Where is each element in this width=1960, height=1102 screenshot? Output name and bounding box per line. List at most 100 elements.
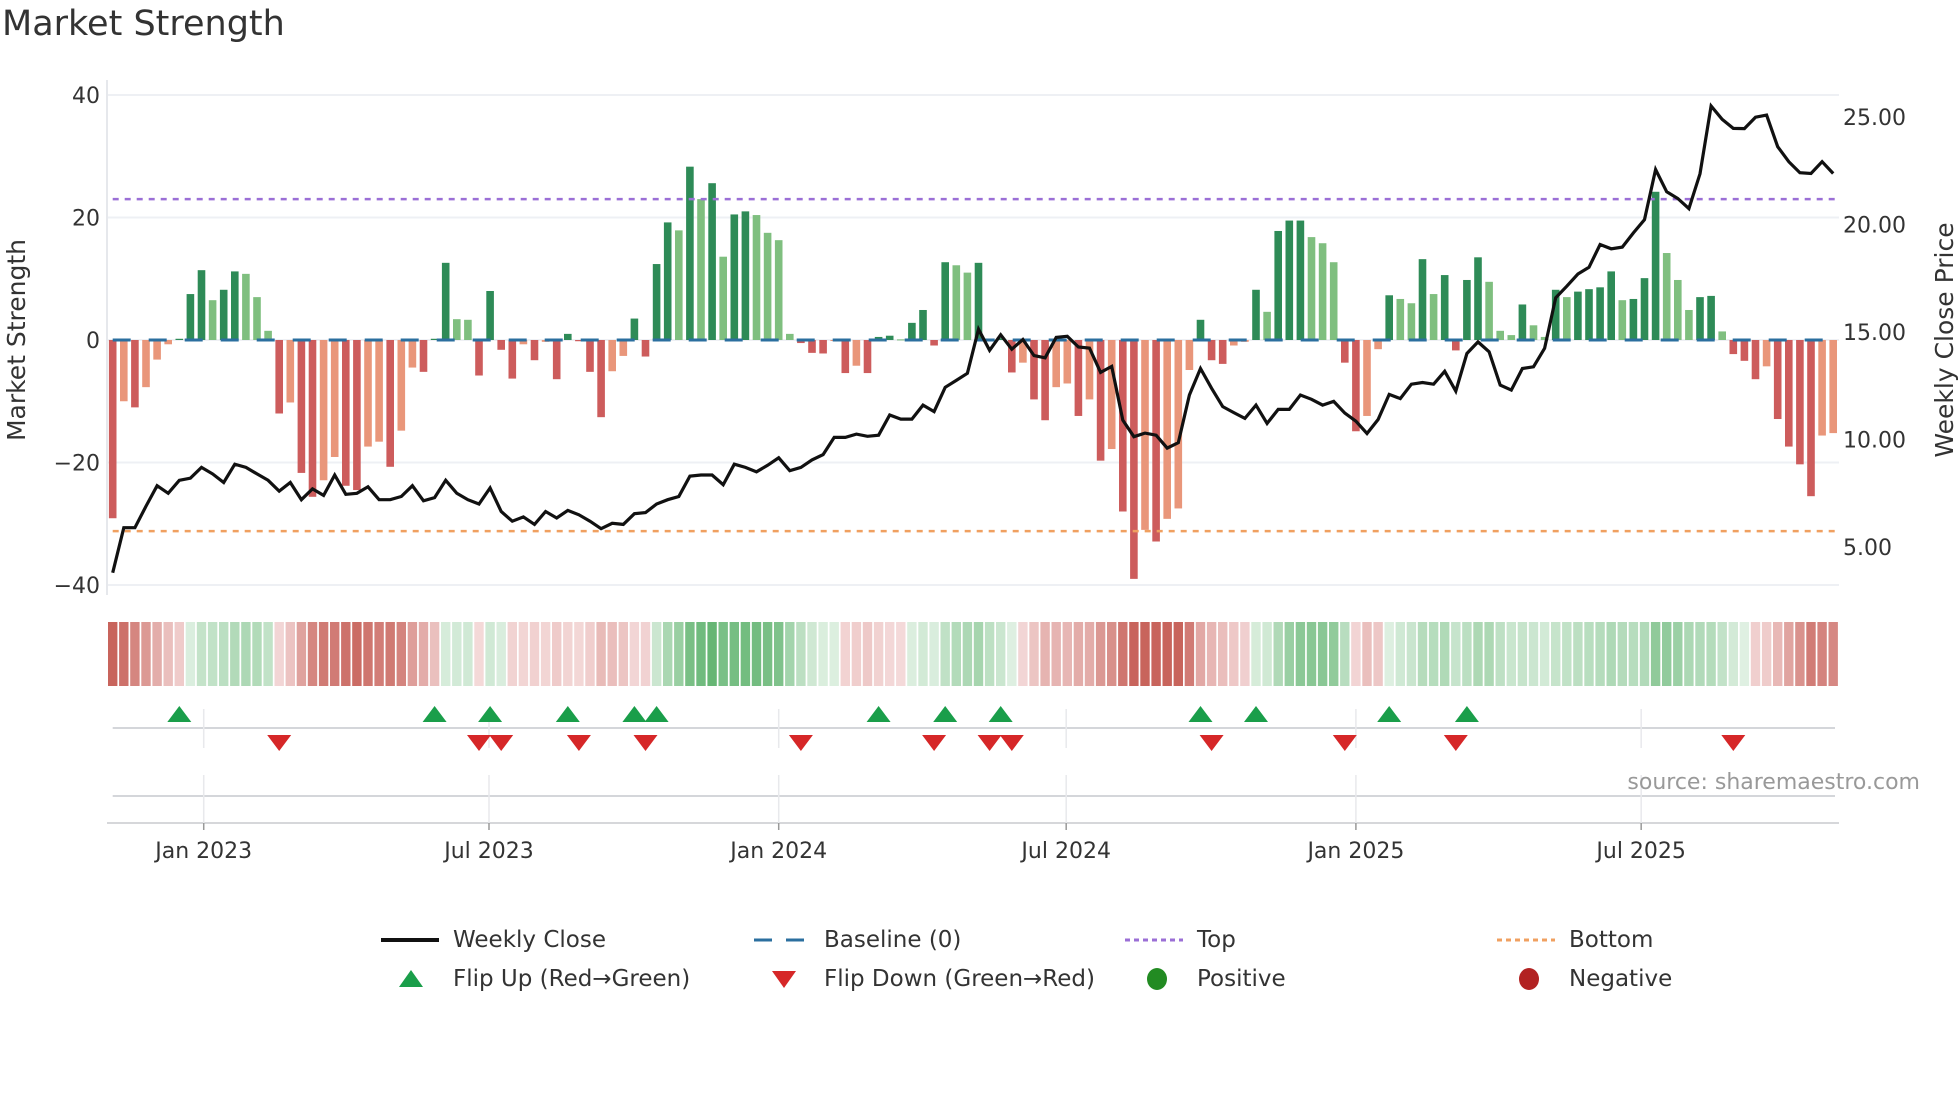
x-tick-label: Jul 2024 — [1019, 839, 1111, 864]
heat-cell — [873, 622, 884, 686]
strength-bar — [1740, 340, 1749, 361]
strength-bar — [1762, 340, 1771, 367]
strength-bar — [852, 340, 861, 366]
flip-down-marker — [1721, 735, 1746, 751]
heat-cell — [1606, 622, 1616, 686]
heat-cell — [285, 622, 295, 686]
heat-cell — [529, 622, 540, 686]
strength-bar — [1130, 340, 1138, 579]
heat-cell — [552, 622, 562, 686]
strength-bar — [1274, 230, 1282, 340]
flip-down-marker — [633, 735, 658, 751]
dashed-line-icon — [754, 938, 812, 942]
heat-cell — [1062, 622, 1072, 686]
strength-bar — [641, 340, 650, 357]
flip-up-marker — [988, 706, 1013, 722]
heat-cell — [751, 622, 762, 686]
strength-bar — [1796, 340, 1804, 465]
strength-bar — [308, 340, 317, 497]
strength-bar — [597, 340, 605, 418]
line-icon — [381, 938, 439, 942]
strength-bar — [1640, 278, 1649, 340]
flip-down-marker — [922, 735, 947, 751]
flip-down-marker — [977, 735, 1002, 751]
strength-bar — [774, 240, 783, 340]
strength-bar — [1707, 295, 1715, 340]
heat-cell — [452, 622, 462, 686]
strength-bar — [897, 339, 905, 341]
strength-bar — [675, 230, 683, 340]
strength-bar — [1607, 271, 1615, 340]
legend-label: Bottom — [1569, 927, 1654, 953]
heat-cell — [296, 622, 307, 686]
heat-cell — [918, 622, 928, 686]
flip-down-marker — [267, 735, 292, 751]
legend-label: Flip Down (Green→Red) — [824, 966, 1095, 992]
legend-weekly-close: Weekly Close — [381, 925, 606, 955]
y2-tick-label: 20.00 — [1843, 214, 1906, 239]
strength-bar — [1507, 335, 1516, 340]
strength-bar — [1674, 279, 1682, 340]
heat-cell — [663, 622, 673, 686]
strength-bar — [752, 215, 761, 340]
strength-bar — [663, 222, 672, 340]
strength-bar — [208, 300, 217, 340]
heat-cell — [563, 622, 573, 686]
strength-bar — [219, 289, 228, 340]
heat-cell — [485, 622, 495, 686]
source-label: source: sharemaestro.com — [1627, 770, 1920, 795]
strength-bar — [1196, 319, 1205, 340]
heat-cell — [429, 622, 440, 686]
heat-cell — [1428, 622, 1439, 686]
legend-label: Top — [1197, 927, 1236, 953]
heat-cell — [352, 622, 362, 686]
heat-cell — [1717, 622, 1727, 686]
strength-bar — [1440, 275, 1449, 340]
heat-cell — [1739, 622, 1750, 686]
strength-bar — [841, 340, 850, 374]
heat-cell — [407, 622, 418, 686]
heat-cell — [596, 622, 606, 686]
heat-cell — [1018, 622, 1028, 686]
strength-bar — [552, 340, 561, 380]
heat-cell — [196, 622, 207, 686]
y-axis-label: Market Strength — [2, 239, 31, 441]
strength-bar — [1185, 340, 1194, 371]
strength-bar — [930, 340, 938, 346]
heat-cell — [1451, 622, 1461, 686]
heat-cell — [1284, 622, 1294, 686]
strength-bar — [1329, 262, 1338, 340]
y-tick-label: 40 — [72, 84, 100, 109]
heat-cell — [729, 622, 739, 686]
heat-cell — [1506, 622, 1516, 686]
x-tick-label: Jan 2023 — [153, 839, 252, 864]
heat-cell — [1084, 622, 1095, 686]
strength-bar — [1474, 257, 1482, 340]
market-strength-chart: 40 20 0 −20 −40 25.00 20.00 15.00 10.00 5.00 Jan 2… — [2, 80, 1959, 864]
heat-cell — [1007, 622, 1017, 686]
heat-cell — [774, 622, 784, 686]
strength-bar — [1252, 289, 1260, 340]
heat-cell — [1395, 622, 1405, 686]
strength-bar — [1341, 340, 1349, 363]
heat-cell — [1118, 622, 1128, 686]
strength-bar — [1296, 220, 1305, 340]
strength-bar — [730, 214, 739, 340]
heat-cell — [518, 622, 529, 686]
heat-cell — [1351, 622, 1361, 686]
heat-cell — [840, 622, 850, 686]
strength-bar — [1651, 191, 1660, 340]
strength-bar — [1285, 220, 1294, 340]
heat-cell — [307, 622, 318, 686]
heat-cell — [640, 622, 651, 686]
heat-cell — [1495, 622, 1505, 686]
heat-cell — [984, 622, 995, 686]
flip-up-marker — [644, 706, 669, 722]
heat-cell — [607, 622, 617, 686]
heat-cell — [1129, 622, 1139, 686]
strength-bar — [142, 340, 150, 388]
strength-bar — [708, 183, 716, 340]
legend-label: Weekly Close — [453, 927, 606, 953]
strength-bar — [1452, 340, 1460, 351]
strength-bar — [1518, 304, 1527, 340]
